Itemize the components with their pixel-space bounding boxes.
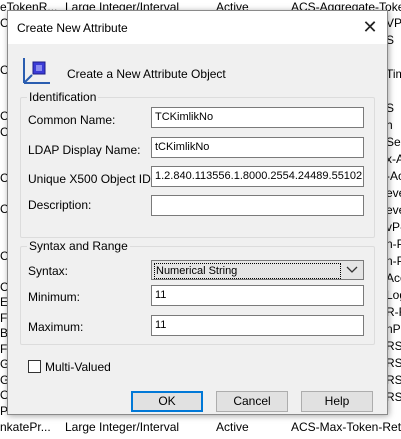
list-cell-fragment: n-Pc <box>386 254 401 268</box>
dialog-titlebar: Create New Attribute ✕ <box>8 11 387 44</box>
help-button[interactable]: Help <box>301 391 373 412</box>
syntax-select-value: Numerical String <box>154 263 341 279</box>
list-cell-description: ACS-Max-Token-Retr <box>291 420 401 434</box>
list-cell-fragment: vP- <box>386 220 401 234</box>
object-id-label: Unique X500 Object ID: <box>28 172 155 186</box>
multi-valued-checkbox[interactable] <box>28 360 41 373</box>
list-cell-status: Active <box>216 420 249 434</box>
list-cell-fragment: VP- <box>386 16 401 30</box>
dialog-heading: Create a New Attribute Object <box>67 67 226 81</box>
identification-group-title: Identification <box>27 90 99 104</box>
common-name-field[interactable]: TCKimlikNo <box>151 107 364 128</box>
list-cell-fragment: S <box>386 101 395 115</box>
list-cell-fragment: RST <box>386 373 401 387</box>
list-cell-syntax: Large Integer/Interval <box>65 420 180 434</box>
description-label: Description: <box>28 198 92 212</box>
list-cell-fragment: -Act <box>386 169 401 183</box>
list-item: nkatePr... Large Integer/Interval Active… <box>0 420 401 434</box>
ldap-display-name-field[interactable]: tCKimlikNo <box>151 137 364 158</box>
list-cell-fragment: RST <box>386 356 401 370</box>
create-attribute-dialog: Create New Attribute ✕ Create a New Attr… <box>7 10 388 415</box>
attribute-object-icon <box>23 58 50 84</box>
list-cell-fragment: RST <box>386 339 401 353</box>
minimum-field[interactable]: 11 <box>151 285 364 306</box>
list-cell-fragment: Tim <box>386 67 401 81</box>
object-id-field[interactable]: 1.2.840.113556.1.8000.2554.24489.55102. <box>151 166 364 187</box>
list-cell-fragment: eve <box>386 203 401 217</box>
list-cell-fragment: h <box>386 118 393 132</box>
list-cell-fragment: nP-R <box>386 322 401 336</box>
list-cell-fragment: Log <box>386 288 401 302</box>
list-cell-fragment: RST <box>386 390 401 404</box>
cancel-button[interactable]: Cancel <box>216 391 288 412</box>
description-field[interactable] <box>151 195 364 216</box>
chevron-down-icon <box>346 266 358 273</box>
syntax-range-group-title: Syntax and Range <box>27 239 130 253</box>
multi-valued-label: Multi-Valued <box>45 360 111 374</box>
common-name-label: Common Name: <box>28 113 116 127</box>
syntax-select[interactable]: Numerical String <box>151 260 364 280</box>
maximum-label: Maximum: <box>28 320 84 334</box>
minimum-label: Minimum: <box>28 290 81 304</box>
list-cell-fragment: Ser <box>386 135 401 149</box>
list-cell-fragment: x-Ac <box>386 152 401 166</box>
close-icon[interactable]: ✕ <box>359 16 381 38</box>
list-cell-fragment: R-R <box>386 305 401 319</box>
ok-button[interactable]: OK <box>131 391 203 412</box>
list-cell-fragment: Acc <box>386 271 401 285</box>
dialog-title: Create New Attribute <box>17 21 128 35</box>
list-cell-fragment: eve <box>386 186 401 200</box>
list-cell-name: nkatePr... <box>0 420 51 434</box>
ldap-display-name-label: LDAP Display Name: <box>28 143 141 157</box>
syntax-label: Syntax: <box>28 264 69 278</box>
list-cell-fragment: S <box>386 33 395 47</box>
maximum-field[interactable]: 11 <box>151 315 364 336</box>
list-cell-fragment: n-P <box>386 237 401 251</box>
